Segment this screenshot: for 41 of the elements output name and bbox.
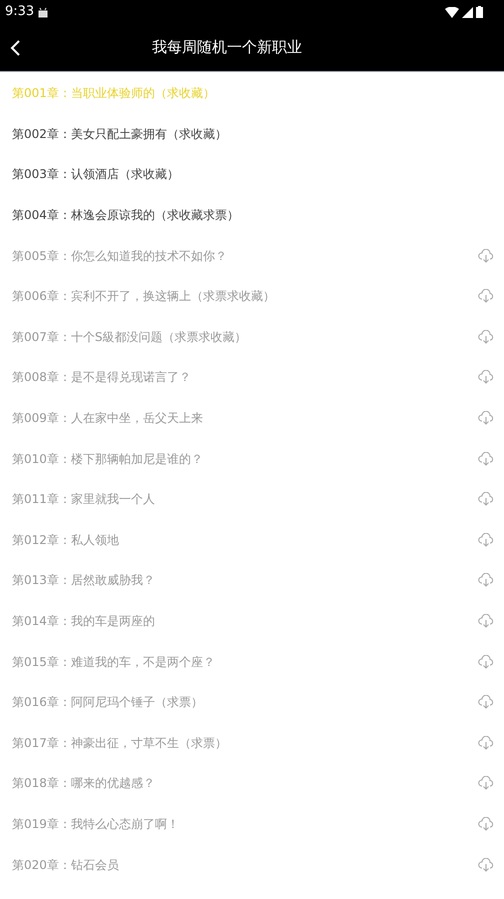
cloud-download-icon[interactable]	[478, 776, 494, 790]
chapter-title[interactable]: 第003章：认领酒店（求收藏）	[12, 165, 179, 184]
chapter-title[interactable]: 第005章：你怎么知道我的技术不如你？	[12, 246, 227, 265]
battery-icon	[476, 6, 483, 18]
signal-icon	[462, 6, 473, 18]
chapter-title[interactable]: 第001章：当职业体验师的（求收藏）	[12, 84, 215, 102]
chapter-title[interactable]: 第018章：哪来的优越感？	[12, 774, 155, 792]
chapter-title[interactable]: 第009章：人在家中坐，岳父天上来	[12, 409, 203, 428]
chapter-title[interactable]: 第006章：宾利不开了，换这辆上（求票求收藏）	[12, 287, 275, 306]
cloud-download-icon[interactable]	[478, 411, 494, 426]
cloud-download-icon[interactable]	[478, 858, 494, 872]
chapter-title[interactable]: 第017章：神豪出征，寸草不生（求票）	[12, 734, 227, 752]
chapter-title[interactable]: 第014章：我的车是两座的	[12, 612, 155, 630]
cloud-download-icon[interactable]	[478, 736, 494, 750]
chapter-title[interactable]: 第004章：林逸会原谅我的（求收藏求票）	[12, 206, 239, 224]
chapter-title[interactable]: 第020章：钻石会员	[12, 856, 119, 874]
cloud-download-icon[interactable]	[478, 614, 494, 628]
cloud-download-icon[interactable]	[478, 573, 494, 588]
chapter-title[interactable]: 第008章：是不是得兑现诺言了？	[12, 368, 191, 386]
chapter-title[interactable]: 第011章：家里就我一个人	[12, 490, 155, 508]
chapter-title[interactable]: 第015章：难道我的车，不是两个座？	[12, 652, 215, 671]
cloud-download-icon[interactable]	[478, 452, 494, 466]
cloud-download-icon[interactable]	[478, 248, 494, 263]
cloud-download-icon[interactable]	[478, 492, 494, 506]
cloud-download-icon[interactable]	[478, 370, 494, 384]
cloud-download-icon[interactable]	[478, 695, 494, 710]
chapter-title[interactable]: 第010章：楼下那辆帕加尼是谁的？	[12, 450, 203, 468]
cloud-download-icon[interactable]	[478, 816, 494, 831]
status-time: 9:33	[5, 3, 34, 22]
chapter-title[interactable]: 第002章：美女只配土豪拥有（求收藏）	[12, 124, 227, 143]
wifi-icon	[445, 6, 459, 18]
chapter-title[interactable]: 第016章：阿阿尼玛个锤子（求票）	[12, 693, 203, 712]
cloud-download-icon[interactable]	[478, 330, 494, 344]
cloud-download-icon[interactable]	[478, 654, 494, 669]
cloud-download-icon[interactable]	[478, 532, 494, 547]
chapter-title[interactable]: 第007章：十个S級都没问题（求票求收藏）	[12, 328, 247, 346]
book-title: 我每周随机一个新职业	[152, 37, 302, 58]
chapter-title[interactable]: 第013章：居然敢威胁我？	[12, 571, 155, 590]
cloud-download-icon[interactable]	[478, 289, 494, 304]
chapter-title[interactable]: 第012章：私人领地	[12, 530, 119, 549]
chapter-title[interactable]: 第019章：我特么心态崩了啊！	[12, 814, 179, 833]
